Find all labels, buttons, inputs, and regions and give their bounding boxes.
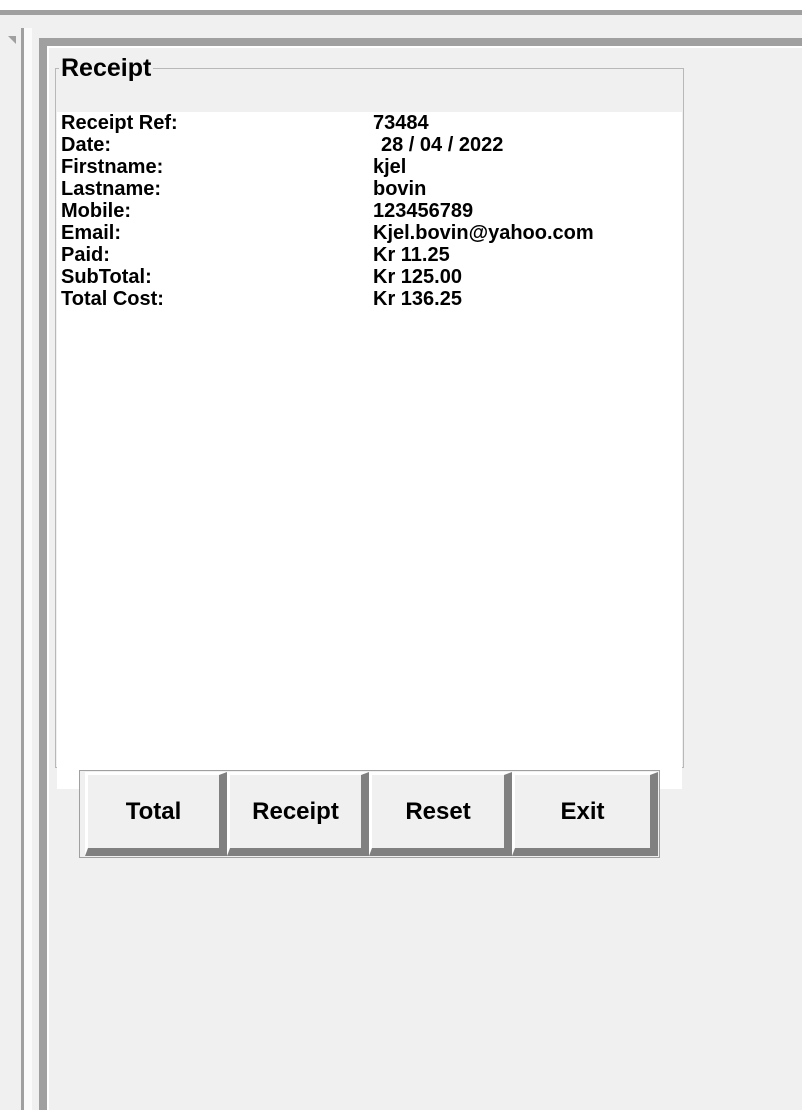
receipt-ref-value: 73484 [373, 112, 429, 134]
firstname-label: Firstname: [61, 156, 164, 178]
receipt-title: Receipt [61, 54, 152, 82]
corner-mark [8, 36, 16, 44]
paid-value: Kr 11.25 [373, 244, 450, 266]
total-cost-label: Total Cost: [61, 288, 164, 310]
total-button[interactable]: Total [85, 772, 227, 856]
date-value: 28 / 04 / 2022 [381, 134, 504, 156]
receipt-group: Receipt Receipt Ref: 73484 Date: 28 / 04… [55, 54, 684, 789]
mobile-label: Mobile: [61, 200, 131, 222]
date-label: Date: [61, 134, 112, 156]
outer-frame [21, 28, 32, 1110]
lastname-label: Lastname: [61, 178, 162, 200]
total-cost-value: Kr 136.25 [373, 288, 462, 310]
top-strip [0, 0, 802, 10]
paid-label: Paid: [61, 244, 110, 266]
email-value: Kjel.bovin@yahoo.com [373, 222, 594, 244]
exit-button[interactable]: Exit [512, 772, 658, 856]
receipt-button[interactable]: Receipt [227, 772, 369, 856]
firstname-value: kjel [373, 156, 407, 178]
receipt-ref-label: Receipt Ref: [61, 112, 178, 134]
email-label: Email: [61, 222, 122, 244]
reset-button[interactable]: Reset [369, 772, 512, 856]
upper-background [0, 15, 802, 35]
mobile-value: 123456789 [373, 200, 474, 222]
receipt-text-area[interactable]: Receipt Ref: 73484 Date: 28 / 04 / 2022 … [57, 112, 682, 789]
subtotal-value: Kr 125.00 [373, 266, 462, 288]
subtotal-label: SubTotal: [61, 266, 152, 288]
button-bar: Total Receipt Reset Exit [79, 770, 660, 858]
lastname-value: bovin [373, 178, 427, 200]
